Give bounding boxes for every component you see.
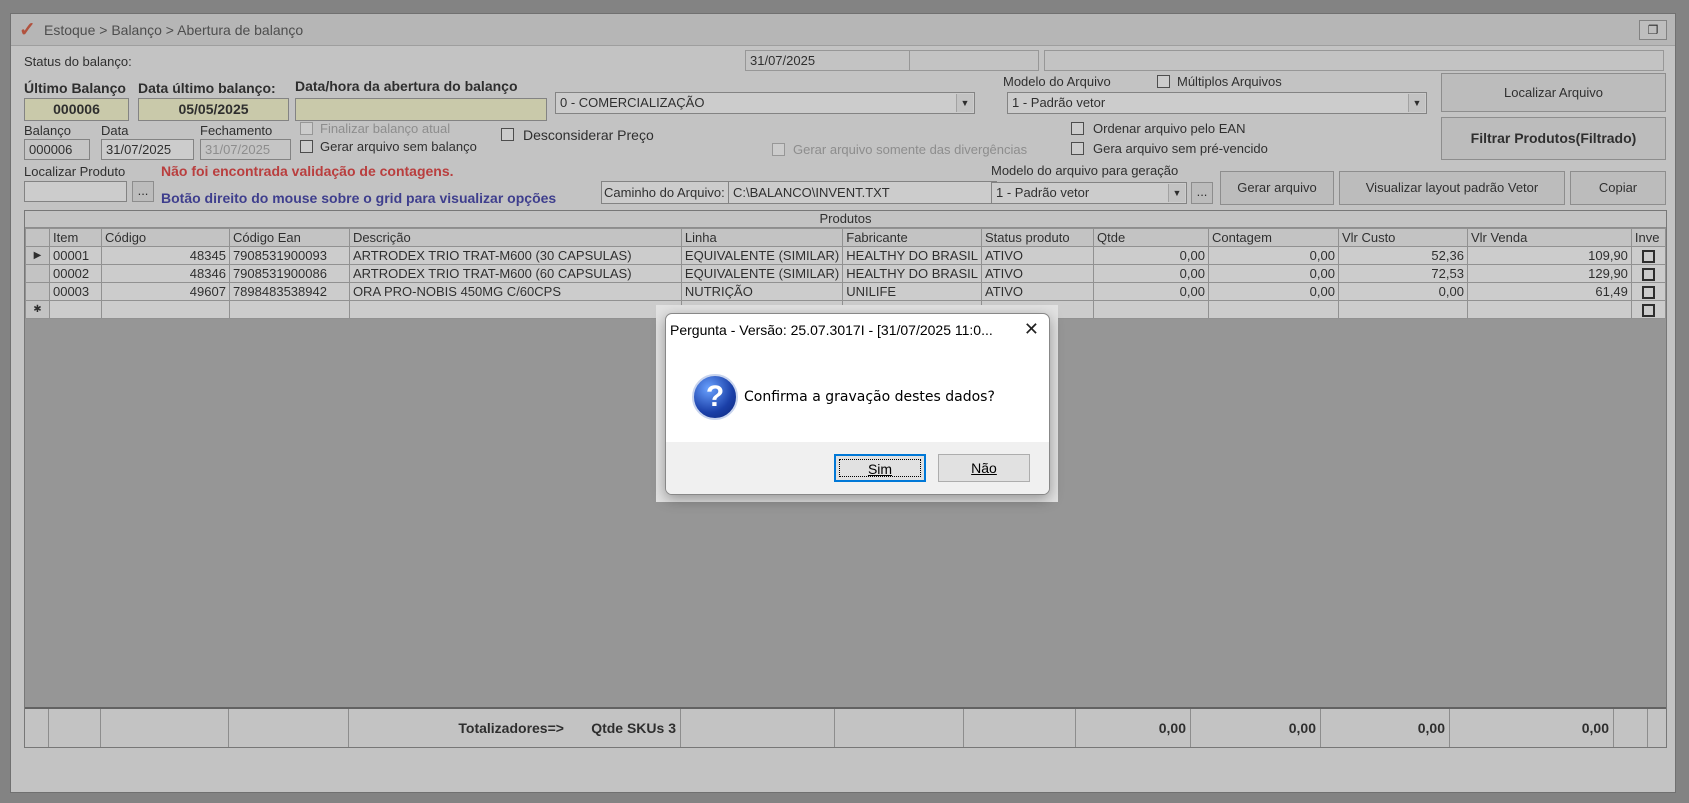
yes-label-text: Sim xyxy=(867,461,893,477)
yes-button-label: Sim xyxy=(839,459,921,477)
dialog-footer: Sim Não xyxy=(666,442,1049,494)
yes-button[interactable]: Sim xyxy=(834,454,926,482)
dialog-title: Pergunta - Versão: 25.07.3017I - [31/07/… xyxy=(670,322,993,338)
no-button[interactable]: Não xyxy=(938,454,1030,482)
no-button-label: Não xyxy=(971,460,997,476)
close-icon[interactable]: ✕ xyxy=(1024,319,1039,340)
confirm-dialog: Pergunta - Versão: 25.07.3017I - [31/07/… xyxy=(665,313,1050,495)
dialog-message: Confirma a gravação destes dados? xyxy=(744,389,995,405)
question-icon: ? xyxy=(692,374,738,420)
